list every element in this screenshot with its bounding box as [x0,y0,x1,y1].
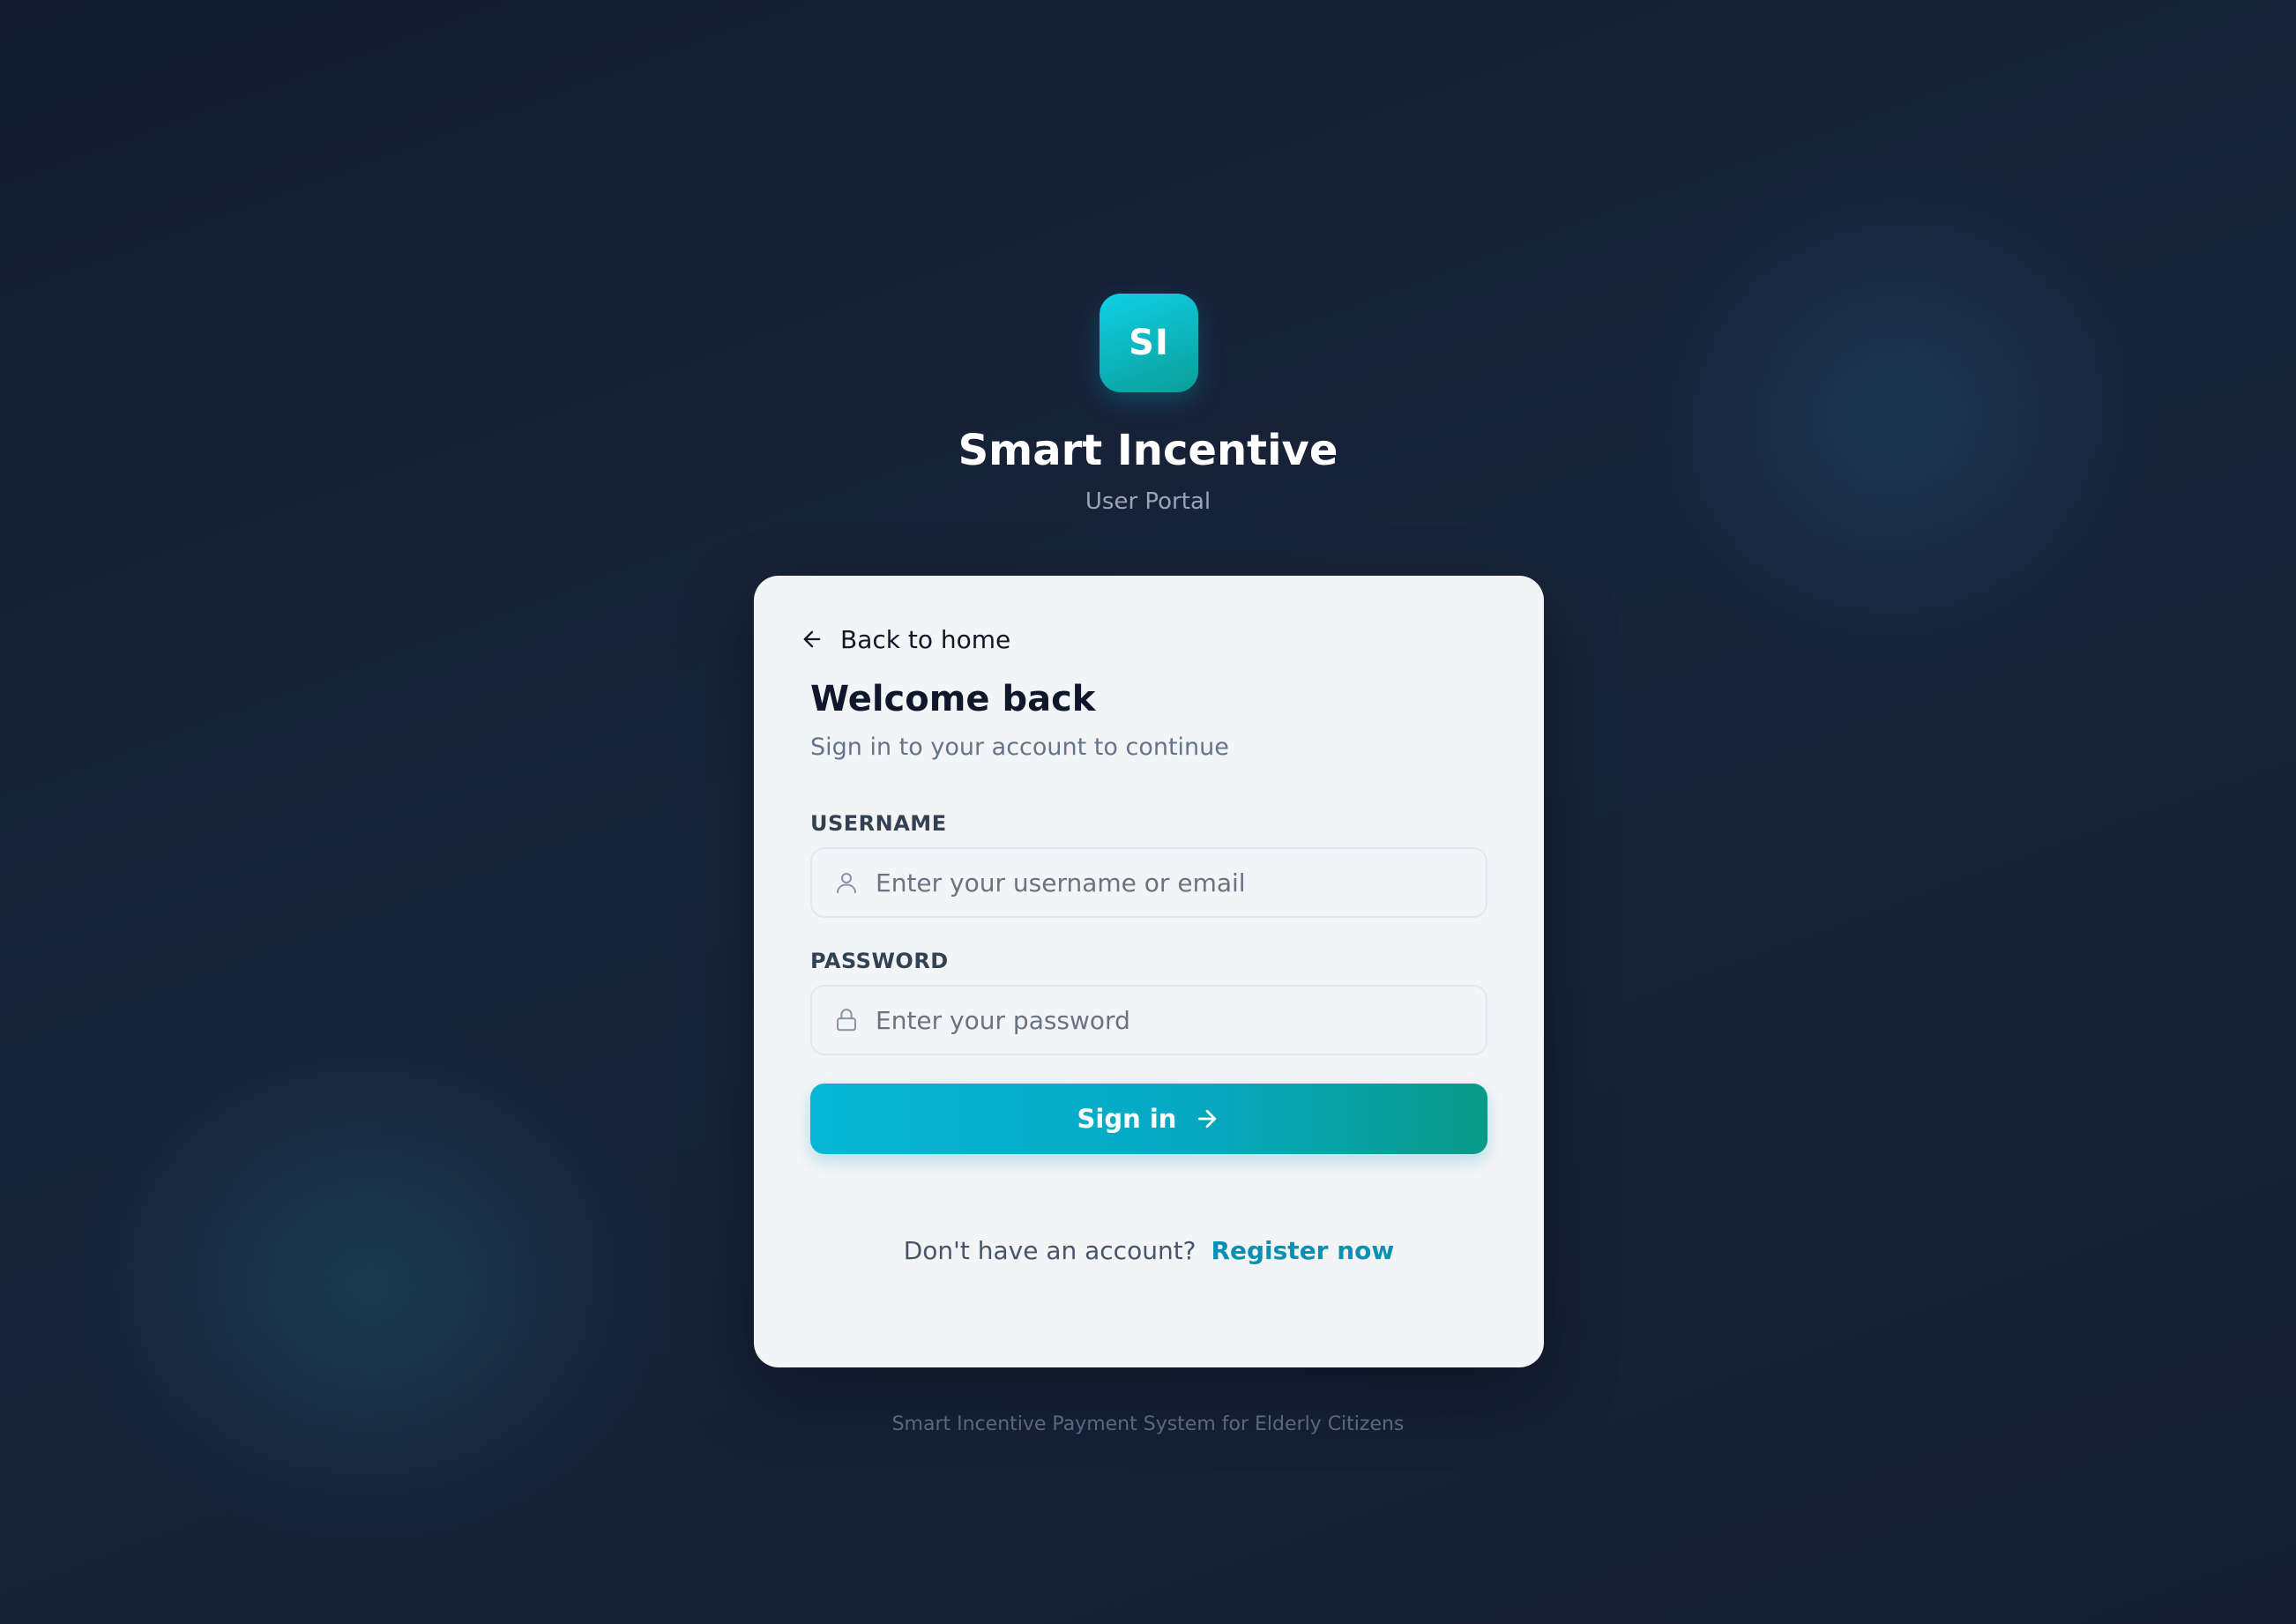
app-title: Smart Incentive [958,426,1338,475]
username-label: USERNAME [810,811,947,836]
register-row: Don't have an account? Register now [754,1233,1544,1269]
username-field[interactable] [810,847,1487,918]
password-input[interactable] [876,1005,1475,1035]
login-card: Back to home Welcome back Sign in to you… [754,576,1544,1367]
arrow-right-icon [1194,1106,1220,1132]
portal-subtitle: User Portal [1085,488,1211,515]
app-logo: SI [1100,294,1198,392]
welcome-title: Welcome back [810,679,1096,719]
back-to-home-link[interactable]: Back to home [800,620,1010,659]
register-prompt: Don't have an account? [903,1236,1196,1265]
register-now-link[interactable]: Register now [1211,1236,1394,1265]
password-label: PASSWORD [810,949,949,973]
logo-initials: SI [1129,323,1169,363]
back-to-home-label: Back to home [840,624,1011,654]
footer-text: Smart Incentive Payment System for Elder… [891,1413,1405,1435]
welcome-subtitle: Sign in to your account to continue [810,734,1229,761]
username-input[interactable] [876,868,1475,898]
arrow-left-icon [800,627,824,652]
password-field[interactable] [810,985,1487,1055]
user-icon [833,869,860,896]
sign-in-label: Sign in [1077,1104,1177,1134]
sign-in-button[interactable]: Sign in [810,1084,1487,1154]
lock-icon [833,1007,860,1033]
